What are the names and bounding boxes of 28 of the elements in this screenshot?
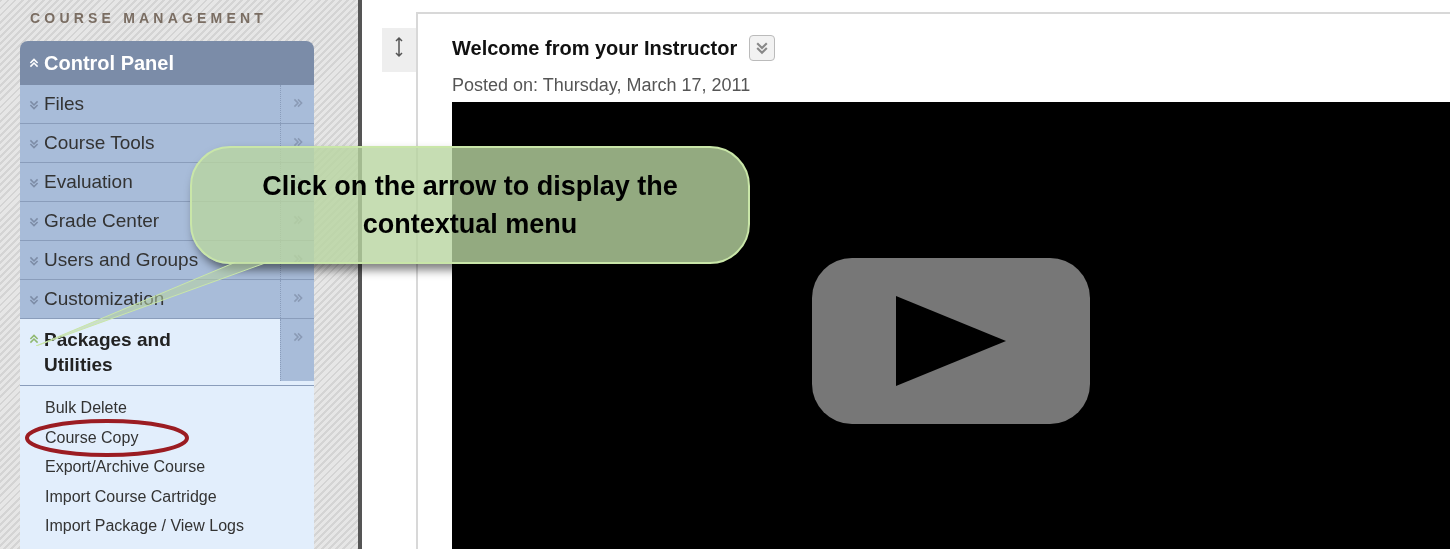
expand-icon — [28, 137, 40, 150]
move-icon — [394, 36, 404, 58]
play-button[interactable] — [812, 257, 1090, 424]
play-icon — [896, 295, 1006, 386]
submenu-link[interactable]: Bulk Delete — [45, 396, 127, 421]
expand-icon — [28, 176, 40, 189]
menu-button[interactable] — [749, 35, 776, 61]
collapse-icon — [28, 332, 40, 345]
chevron-right-icon — [291, 96, 304, 109]
chevron-right-icon — [291, 291, 304, 304]
item-title: Welcome from your Instructor — [452, 36, 738, 61]
menu-item[interactable]: Packages and Utilities — [20, 318, 314, 386]
chevron-right-icon — [291, 330, 304, 343]
chevron-right-icon — [291, 135, 304, 148]
menu-item[interactable]: Files — [20, 84, 314, 124]
drag-handle[interactable] — [382, 28, 416, 72]
sidebar-heading: COURSE MANAGEMENT — [29, 9, 269, 28]
submenu-link[interactable]: Import Package / View Logs — [45, 514, 244, 539]
menu-item[interactable]: Customization — [20, 279, 314, 319]
expand-icon — [28, 293, 40, 306]
panel-header[interactable]: Control Panel — [20, 40, 314, 85]
collapse-icon — [28, 56, 40, 69]
submenu-link[interactable]: Export/Archive Course — [45, 455, 206, 480]
submenu-link[interactable]: Import Course Cartridge — [45, 484, 217, 509]
expand-icon — [28, 215, 40, 228]
posted-date: Posted on: Thursday, March 17, 2011 — [452, 74, 752, 97]
expand-icon — [28, 254, 40, 267]
expand-icon — [28, 98, 40, 111]
